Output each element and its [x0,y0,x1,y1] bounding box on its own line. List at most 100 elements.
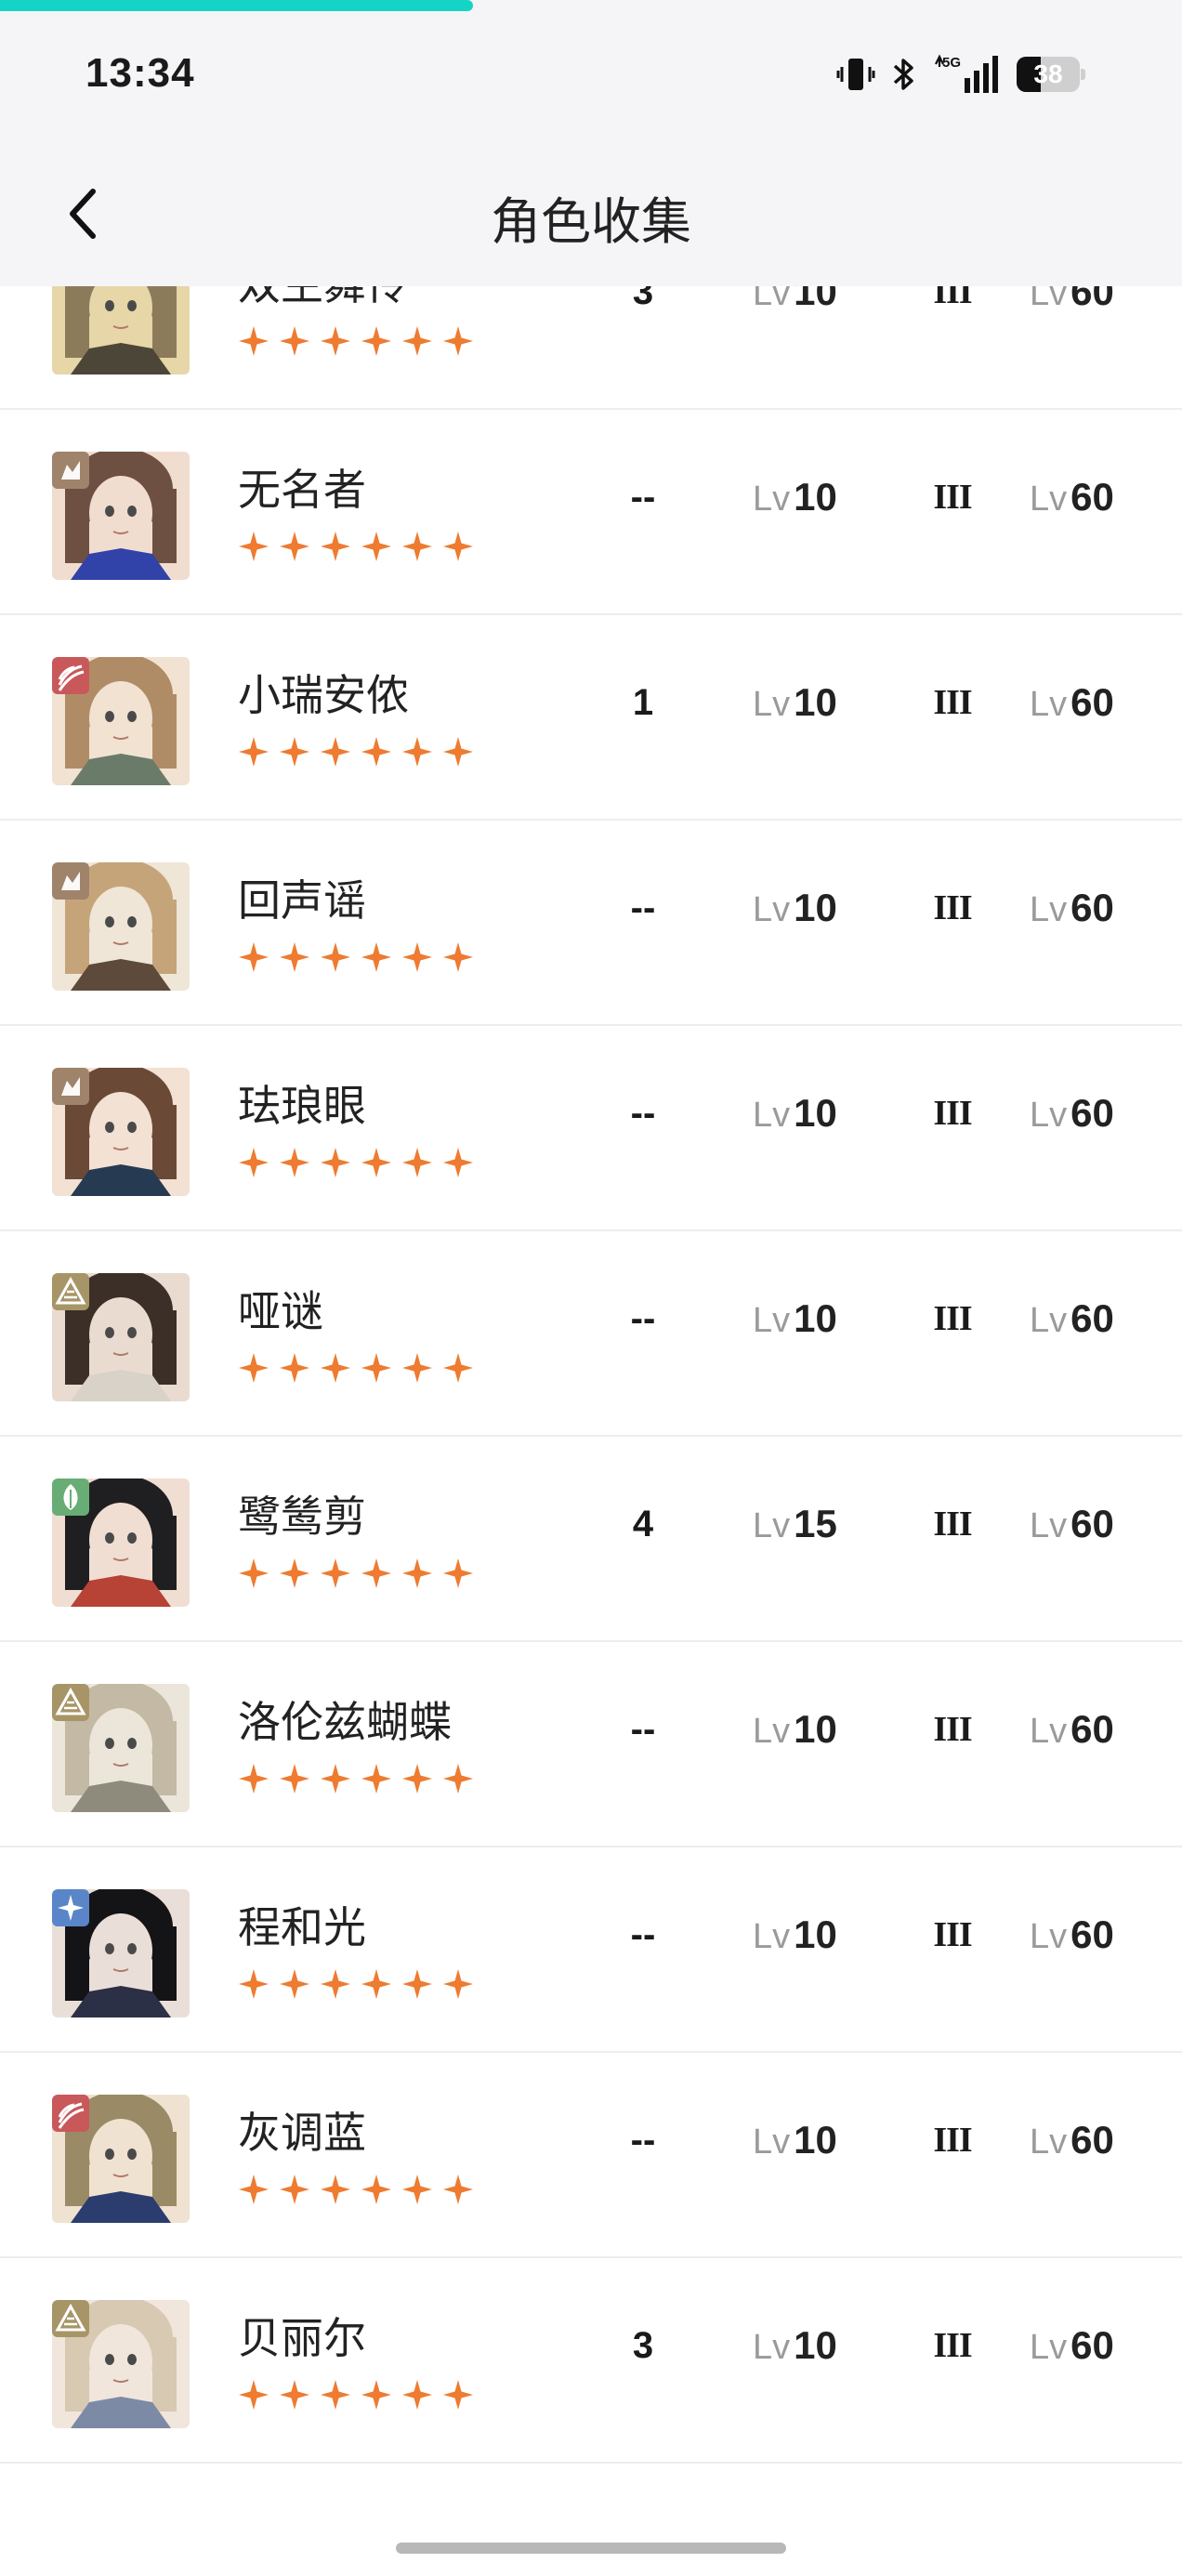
rarity-star-icon [320,1557,351,1589]
level-value: 10 [794,680,837,724]
current-level: Lv10 [753,1707,837,1752]
attribute-mineral-icon [52,1684,89,1721]
max-level-prefix: Lv [1030,1506,1068,1545]
level-prefix: Lv [753,2123,791,2162]
cellular-signal-icon: 5G [933,54,1000,95]
rarity-star-icon [238,2174,269,2205]
max-level-prefix: Lv [1030,1712,1068,1751]
list-item[interactable]: 珐琅眼 -- Lv10 III Lv60 [0,1026,1182,1231]
max-level-value: 60 [1070,1912,1114,1956]
current-level: Lv10 [753,1296,837,1341]
list-item[interactable]: 鹭鸶剪 4 Lv15 III Lv60 [0,1437,1182,1642]
current-level: Lv10 [753,886,837,930]
level-prefix: Lv [753,286,791,313]
list-item[interactable]: 回声谣 -- Lv10 III Lv60 [0,821,1182,1026]
rarity-star-icon [361,1763,392,1794]
rarity-star-icon [401,2379,433,2411]
portrait-image [52,286,190,375]
list-item[interactable]: 程和光 -- Lv10 III Lv60 [0,1847,1182,2053]
level-value: 10 [794,886,837,929]
rarity-stars [238,941,474,973]
max-level-value: 60 [1070,286,1114,313]
list-item[interactable]: 双生舞伶 3 Lv10 III Lv60 [0,286,1182,410]
rarity-star-icon [238,1968,269,2000]
battery-level-label: 38 [1033,59,1063,88]
rarity-star-icon [361,531,392,562]
character-name: 双生舞伶 [238,286,409,312]
level-prefix: Lv [753,1506,791,1545]
character-portrait [52,1273,190,1401]
resonance-tier: III [933,1094,972,1133]
rarity-star-icon [238,325,269,357]
resonance-tier: III [933,1505,972,1544]
rarity-star-icon [442,1147,474,1178]
rarity-star-icon [401,1968,433,2000]
resonance-tier: III [933,888,972,927]
max-level-value: 60 [1070,1091,1114,1135]
rarity-stars [238,736,474,768]
character-list[interactable]: 双生舞伶 3 Lv10 III Lv60 无名 [0,286,1182,2517]
rarity-star-icon [238,941,269,973]
level-prefix: Lv [753,480,791,519]
max-level-value: 60 [1070,1502,1114,1545]
max-level: Lv60 [1030,475,1114,519]
max-level: Lv60 [1030,2323,1114,2368]
insight-rank: -- [630,477,656,518]
rarity-star-icon [320,325,351,357]
max-level-value: 60 [1070,2323,1114,2367]
rarity-stars [238,1968,474,2000]
rarity-star-icon [442,736,474,768]
max-level: Lv60 [1030,886,1114,930]
insight-rank: -- [630,1093,656,1134]
current-level: Lv10 [753,286,837,314]
insight-rank: 3 [632,2325,654,2366]
list-item[interactable]: 哑谜 -- Lv10 III Lv60 [0,1231,1182,1437]
max-level-prefix: Lv [1030,685,1068,724]
attribute-plant-icon [52,1479,89,1516]
level-value: 10 [794,1912,837,1956]
character-portrait [52,862,190,991]
rarity-star-icon [320,2174,351,2205]
level-prefix: Lv [753,1096,791,1135]
resonance-tier: III [933,683,972,722]
character-portrait [52,2300,190,2428]
list-item[interactable]: 贝丽尔 3 Lv10 III Lv60 [0,2258,1182,2464]
character-name: 哑谜 [238,1286,323,1336]
list-item[interactable]: 灰调蓝 -- Lv10 III Lv60 [0,2053,1182,2258]
character-portrait [52,1889,190,2017]
rarity-star-icon [361,736,392,768]
rarity-star-icon [279,1968,310,2000]
max-level-prefix: Lv [1030,480,1068,519]
vibrate-icon [836,56,875,93]
resonance-tier: III [933,1299,972,1338]
resonance-tier: III [933,1915,972,1954]
character-name: 小瑞安侬 [238,670,409,720]
insight-rank: -- [630,887,656,928]
max-level: Lv60 [1030,1296,1114,1341]
rarity-star-icon [401,2174,433,2205]
list-item[interactable]: 无名者 -- Lv10 III Lv60 [0,410,1182,615]
insight-rank: -- [630,2120,656,2161]
rarity-star-icon [279,2174,310,2205]
rarity-stars [238,1763,474,1794]
rarity-star-icon [401,325,433,357]
list-item[interactable]: 小瑞安侬 1 Lv10 III Lv60 [0,615,1182,821]
rarity-star-icon [238,1557,269,1589]
rarity-star-icon [361,1557,392,1589]
max-level-value: 60 [1070,2118,1114,2162]
rarity-star-icon [279,325,310,357]
level-value: 10 [794,2118,837,2162]
rarity-star-icon [320,941,351,973]
rarity-star-icon [442,1968,474,2000]
max-level-value: 60 [1070,475,1114,519]
attribute-mineral-icon [52,1273,89,1310]
home-indicator[interactable] [396,2543,786,2554]
attribute-beast-icon [52,862,89,900]
level-value: 10 [794,286,837,313]
insight-rank: -- [630,1709,656,1750]
max-level-value: 60 [1070,1296,1114,1340]
list-item[interactable]: 洛伦兹蝴蝶 -- Lv10 III Lv60 [0,1642,1182,1847]
rarity-star-icon [361,325,392,357]
character-name: 珐琅眼 [238,1081,366,1131]
level-prefix: Lv [753,890,791,929]
